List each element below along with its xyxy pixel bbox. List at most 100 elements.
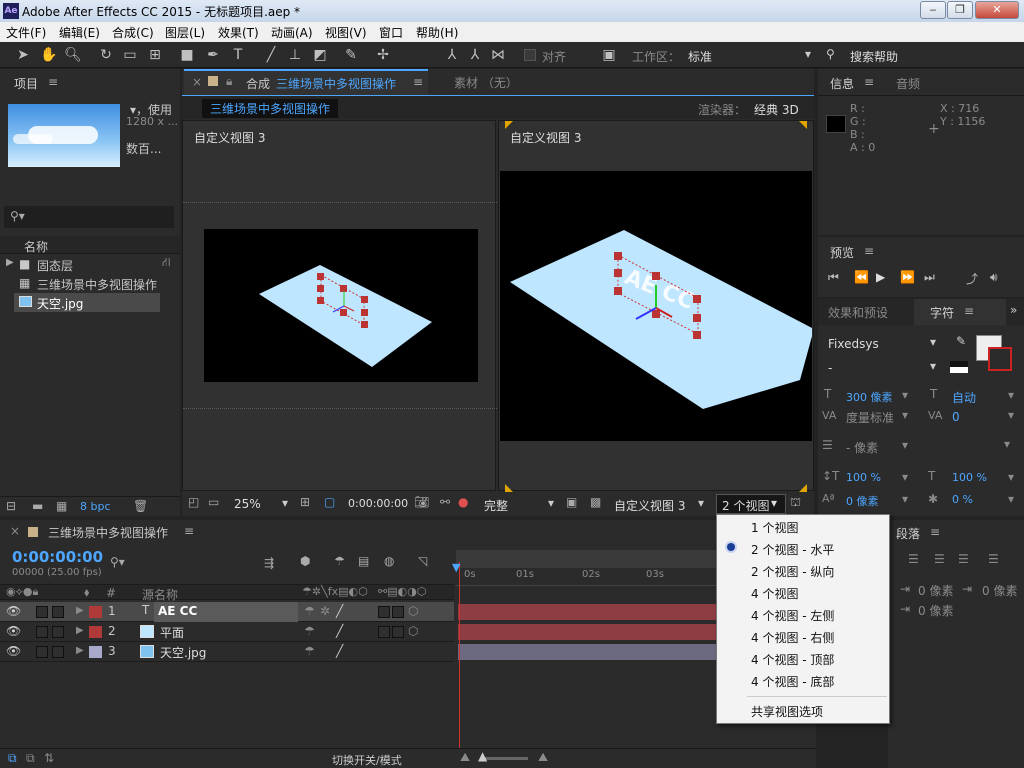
- workspace-dropdown-icon[interactable]: ▾: [805, 47, 811, 61]
- clone-stamp-tool-icon[interactable]: ⊥: [286, 46, 304, 64]
- zoom-out-mountain-icon[interactable]: ⛰: [460, 750, 470, 765]
- monitor-icon[interactable]: ▭: [208, 495, 219, 509]
- eye-icon[interactable]: 👁︎: [6, 604, 21, 618]
- always-preview-icon[interactable]: ◰: [188, 495, 199, 509]
- panel-overflow-icon[interactable]: »: [1010, 303, 1017, 317]
- timeline-comp-name[interactable]: 三维场景中多视图操作: [48, 524, 168, 541]
- show-snapshot-icon[interactable]: ⚯: [440, 495, 450, 509]
- loop-icon[interactable]: ⤴: [966, 270, 978, 287]
- lock-icon[interactable]: 🔒︎: [226, 74, 232, 89]
- flowchart-icon[interactable]: ⛙: [162, 255, 170, 271]
- panel-menu-icon[interactable]: ≡: [930, 525, 940, 539]
- project-item-comp[interactable]: ▦ 三维场景中多视图操作: [0, 274, 180, 293]
- style-dropdown-icon[interactable]: ▾: [930, 359, 936, 373]
- search-icon[interactable]: ⚲▾: [110, 555, 125, 569]
- paragraph-tab[interactable]: 段落: [896, 525, 920, 542]
- view-dropdown-icon[interactable]: ▾: [698, 496, 704, 510]
- quality-switch-icon[interactable]: ╱: [336, 604, 343, 618]
- expand-arrow-icon[interactable]: ▶: [76, 625, 84, 636]
- new-comp-icon[interactable]: ▦: [56, 499, 67, 513]
- menu-option-2-views-vertical[interactable]: 2 个视图 - 纵向: [751, 563, 834, 580]
- horizontal-scale-value[interactable]: 100 %: [952, 471, 987, 484]
- column-name[interactable]: 名称: [24, 238, 48, 255]
- last-frame-icon[interactable]: ⏭: [924, 270, 935, 285]
- zoom-tool-icon[interactable]: 🔍︎: [64, 46, 82, 64]
- layer-name-field[interactable]: AE CC: [154, 602, 298, 622]
- label-color[interactable]: [89, 646, 102, 658]
- rotate-tool-icon[interactable]: ↻: [97, 46, 115, 64]
- collapse-switch-icon[interactable]: ✲: [320, 604, 330, 618]
- motion-blur-icon[interactable]: ◍: [384, 554, 394, 568]
- close-button[interactable]: ✕: [975, 1, 1019, 19]
- panel-menu-icon[interactable]: ≡: [964, 304, 974, 318]
- tracking-value[interactable]: 0: [952, 410, 960, 424]
- eyedropper-icon[interactable]: ✎: [956, 334, 966, 348]
- effects-presets-tab[interactable]: 效果和预设: [828, 304, 888, 321]
- project-item-folder[interactable]: ▶ ■ 固态层 ⛙: [0, 255, 180, 274]
- menu-animation[interactable]: 动画(A): [271, 24, 313, 41]
- zoom-select[interactable]: 25%: [234, 497, 261, 511]
- tracking-dropdown-icon[interactable]: ▾: [1008, 408, 1014, 422]
- footage-tab[interactable]: 素材 （无）: [454, 74, 518, 91]
- viewer-timecode[interactable]: 0:00:00:00: [348, 497, 408, 510]
- first-frame-icon[interactable]: ⏮: [828, 270, 839, 285]
- layer-switches-icon[interactable]: ⧉: [8, 751, 17, 766]
- play-icon[interactable]: ▶: [876, 270, 885, 284]
- right-viewport[interactable]: 自定义视图 3 AE CC: [498, 120, 814, 492]
- expand-arrow-icon[interactable]: ▶: [6, 257, 14, 268]
- channel-icon[interactable]: ●: [458, 495, 468, 509]
- expand-arrow-icon[interactable]: ▶: [76, 605, 84, 616]
- bit-depth[interactable]: 8 bpc: [80, 500, 111, 513]
- menu-option-4-views-right[interactable]: 4 个视图 - 右侧: [751, 629, 834, 646]
- kerning-dropdown-icon[interactable]: ▾: [902, 408, 908, 422]
- left-viewport[interactable]: 自定义视图 3: [182, 120, 497, 491]
- menu-option-share-view-options[interactable]: 共享视图选项: [751, 703, 823, 720]
- close-tab-icon[interactable]: ×: [192, 75, 202, 89]
- stretch-icon[interactable]: ⇅: [44, 751, 54, 765]
- expand-arrow-icon[interactable]: ▶: [76, 645, 84, 656]
- menu-composition[interactable]: 合成(C): [112, 24, 154, 41]
- kerning-value[interactable]: 度量标准: [846, 409, 894, 426]
- column-source-name[interactable]: 源名称: [142, 586, 178, 603]
- menu-window[interactable]: 窗口: [379, 24, 403, 41]
- roto-brush-tool-icon[interactable]: ✎: [342, 46, 360, 64]
- transparency-grid-icon[interactable]: ▩: [590, 495, 601, 509]
- zoom-slider-handle[interactable]: ▲: [478, 749, 487, 763]
- justify-icon[interactable]: ☰: [988, 552, 999, 566]
- world-axis-icon[interactable]: ⅄: [466, 46, 484, 64]
- eye-icon[interactable]: 👁︎: [6, 644, 21, 658]
- font-size-dropdown-icon[interactable]: ▾: [902, 388, 908, 402]
- composition-nav-label[interactable]: 三维场景中多视图操作: [202, 99, 339, 118]
- mask-visibility-icon[interactable]: ▢: [324, 495, 335, 509]
- selection-tool-icon[interactable]: ➤: [14, 46, 32, 64]
- menu-layer[interactable]: 图层(L): [165, 24, 205, 41]
- menu-help[interactable]: 帮助(H): [416, 24, 458, 41]
- camera-tool-icon[interactable]: ▭: [121, 46, 139, 64]
- playhead-icon[interactable]: ▼: [452, 561, 460, 574]
- zoom-in-mountain-icon[interactable]: ⛰: [538, 750, 548, 765]
- panel-menu-icon[interactable]: ≡: [864, 244, 874, 258]
- menu-file[interactable]: 文件(F): [6, 24, 46, 41]
- menu-option-2-views-horizontal[interactable]: 2 个视图 - 水平: [751, 541, 834, 558]
- audio-tab[interactable]: 音频: [896, 75, 920, 92]
- 3d-view-reset-icon[interactable]: ⛫: [790, 495, 801, 511]
- current-time-indicator[interactable]: [459, 562, 460, 748]
- character-tab[interactable]: 字符 ≡: [914, 299, 1006, 325]
- indent-right-value[interactable]: 0 像素: [982, 582, 1017, 599]
- puppet-pin-tool-icon[interactable]: ✢: [374, 46, 392, 64]
- eye-icon[interactable]: 👁︎: [6, 624, 21, 638]
- align-left-icon[interactable]: ☰: [908, 552, 919, 566]
- font-size-value[interactable]: 300 像素: [846, 389, 893, 405]
- shy-switch-icon[interactable]: ☂: [304, 624, 315, 638]
- align-center-icon[interactable]: ☰: [934, 552, 945, 566]
- menu-effect[interactable]: 效果(T): [218, 24, 259, 41]
- leading-dropdown-icon[interactable]: ▾: [1008, 388, 1014, 402]
- renderer-select[interactable]: 经典 3D: [754, 101, 799, 118]
- views-layout-select[interactable]: 2 个视图 ▾: [716, 494, 786, 514]
- text-tool-icon[interactable]: T: [229, 46, 247, 64]
- vertical-scale-dropdown-icon[interactable]: ▾: [902, 470, 908, 484]
- new-folder-icon[interactable]: ▬: [32, 499, 43, 513]
- label-color[interactable]: [89, 606, 102, 618]
- resolution-select[interactable]: 完整: [484, 497, 508, 514]
- baseline-dropdown-icon[interactable]: ▾: [902, 492, 908, 506]
